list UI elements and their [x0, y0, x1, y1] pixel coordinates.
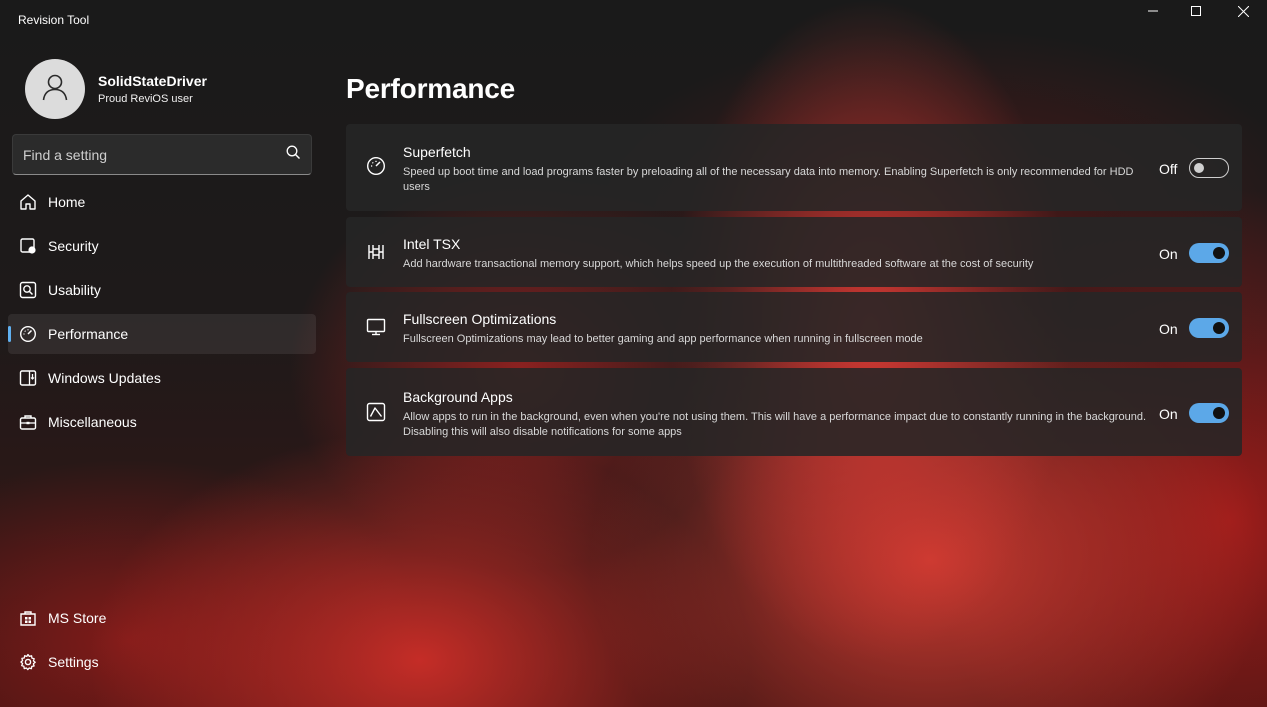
monitor-icon — [366, 317, 386, 337]
toggle-knob — [1213, 322, 1225, 334]
setting-card-intel-tsx: Intel TSX Add hardware transactional mem… — [346, 217, 1242, 287]
sidebar-item-label: Security — [48, 238, 99, 254]
intel-tsx-toggle[interactable] — [1189, 243, 1229, 263]
profile-subtitle: Proud ReviOS user — [98, 93, 193, 105]
setting-description: Speed up boot time and load programs fas… — [403, 166, 1134, 193]
toggle-knob — [1213, 407, 1225, 419]
superfetch-toggle[interactable] — [1189, 158, 1229, 178]
close-icon — [1237, 5, 1249, 17]
sidebar-item-label: Home — [48, 194, 86, 210]
sidebar-item-performance[interactable]: Performance — [8, 314, 316, 354]
fullscreen-optimizations-toggle[interactable] — [1189, 318, 1229, 338]
store-icon — [19, 609, 37, 627]
app-title: Revision Tool — [18, 13, 90, 27]
active-indicator — [8, 326, 11, 342]
search-box[interactable] — [12, 134, 312, 175]
setting-card-background-apps: Background Apps Allow apps to run in the… — [346, 368, 1242, 456]
user-profile: SolidStateDriver Proud ReviOS user — [25, 59, 207, 119]
speedometer-icon — [366, 156, 386, 176]
sidebar-item-label: Settings — [48, 654, 99, 670]
sidebar-item-label: Usability — [48, 282, 101, 298]
setting-description: Add hardware transactional memory suppor… — [403, 258, 1034, 270]
sidebar-item-usability[interactable]: Usability — [8, 270, 316, 310]
title-bar: Revision Tool — [0, 0, 1267, 36]
sidebar-item-windows-updates[interactable]: Windows Updates — [8, 358, 316, 398]
sidebar-item-home[interactable]: Home — [8, 182, 316, 222]
sidebar-item-settings[interactable]: Settings — [8, 642, 316, 682]
close-button[interactable] — [1220, 0, 1266, 22]
sidebar-item-label: Performance — [48, 326, 129, 342]
toggle-state-label: On — [1159, 406, 1178, 422]
setting-description: Allow apps to run in the background, eve… — [403, 411, 1146, 438]
setting-card-superfetch: Superfetch Speed up boot time and load p… — [346, 124, 1242, 211]
setting-title: Superfetch — [403, 144, 471, 160]
maximize-button[interactable] — [1173, 0, 1219, 22]
toggle-knob — [1194, 163, 1204, 173]
update-icon — [19, 369, 37, 387]
speedometer-icon — [19, 325, 37, 343]
profile-name: SolidStateDriver — [98, 73, 207, 89]
sidebar-item-security[interactable]: Security — [8, 226, 316, 266]
sidebar-item-label: Windows Updates — [48, 370, 161, 386]
chip-icon — [366, 242, 386, 262]
setting-title: Intel TSX — [403, 236, 461, 252]
setting-description: Fullscreen Optimizations may lead to bet… — [403, 333, 923, 345]
minimize-button[interactable] — [1130, 0, 1176, 22]
gear-icon — [19, 653, 37, 671]
sidebar-item-miscellaneous[interactable]: Miscellaneous — [8, 402, 316, 442]
search-icon[interactable] — [286, 145, 301, 165]
shield-icon — [19, 237, 37, 255]
activity-icon — [366, 402, 386, 422]
maximize-icon — [1191, 6, 1201, 16]
toggle-state-label: On — [1159, 246, 1178, 262]
toggle-knob — [1213, 247, 1225, 259]
setting-title: Fullscreen Optimizations — [403, 311, 557, 327]
minimize-icon — [1148, 6, 1158, 16]
avatar — [25, 59, 85, 119]
page-title: Performance — [346, 73, 515, 104]
sidebar-item-ms-store[interactable]: MS Store — [8, 598, 316, 638]
setting-card-fullscreen-optimizations: Fullscreen Optimizations Fullscreen Opti… — [346, 292, 1242, 362]
setting-title: Background Apps — [403, 389, 513, 405]
background-apps-toggle[interactable] — [1189, 403, 1229, 423]
search-input[interactable] — [23, 146, 286, 163]
home-icon — [19, 193, 37, 211]
toolbox-icon — [19, 413, 37, 431]
sidebar-item-label: MS Store — [48, 610, 107, 626]
search-box-icon — [19, 281, 37, 299]
toggle-state-label: Off — [1159, 161, 1178, 177]
sidebar-item-label: Miscellaneous — [48, 414, 137, 430]
toggle-state-label: On — [1159, 321, 1178, 337]
person-icon — [40, 72, 70, 107]
